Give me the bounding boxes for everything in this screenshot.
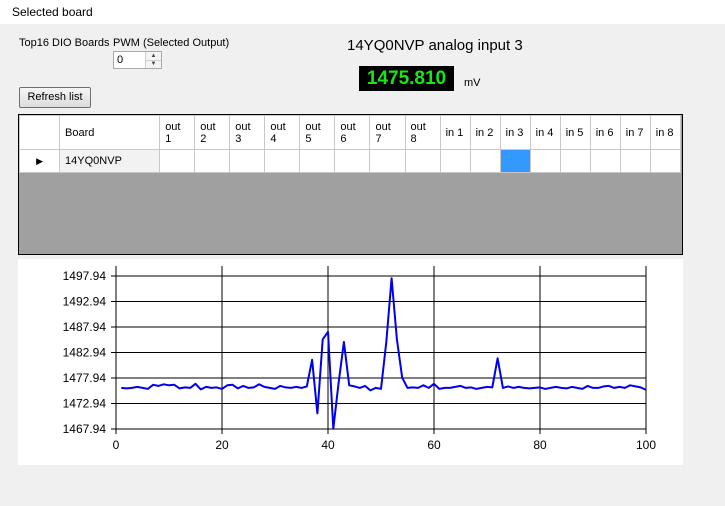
io-cell[interactable] — [589, 149, 621, 173]
io-cell[interactable] — [499, 149, 531, 173]
x-tick-label: 0 — [113, 438, 120, 452]
boards-label: Top16 DIO Boards — [19, 37, 110, 49]
io-cell[interactable] — [404, 149, 441, 173]
y-tick-label: 1492.94 — [63, 295, 107, 309]
column-header[interactable]: out 2 — [194, 115, 231, 150]
y-tick-label: 1467.94 — [63, 422, 107, 436]
x-tick-label: 20 — [215, 438, 229, 452]
io-cell[interactable] — [619, 149, 651, 173]
y-tick-label: 1472.94 — [63, 397, 107, 411]
column-header[interactable]: out 3 — [229, 115, 266, 150]
pwm-stepper[interactable]: 0 ▲ ▼ — [113, 51, 162, 69]
table-row[interactable]: ▶ 14YQ0NVP — [19, 149, 682, 173]
series-line — [121, 277, 647, 430]
y-tick-label: 1487.94 — [63, 320, 107, 334]
x-tick-label: 40 — [321, 438, 335, 452]
x-tick-label: 60 — [427, 438, 441, 452]
io-cell[interactable] — [649, 149, 682, 173]
stepper-buttons: ▲ ▼ — [145, 52, 161, 68]
column-header[interactable]: out 6 — [334, 115, 371, 150]
column-header[interactable]: out 4 — [264, 115, 301, 150]
boards-grid[interactable]: Board out 1 out 2 out 3 out 4 out 5 out 6 out 7… — [18, 114, 683, 255]
reading-title: 14YQ0NVP analog input 3 — [347, 37, 523, 54]
refresh-list-button[interactable]: Refresh list — [19, 87, 91, 108]
column-header[interactable]: Board — [59, 115, 161, 150]
column-header[interactable]: in 8 — [649, 115, 682, 150]
column-header[interactable]: in 3 — [499, 115, 531, 150]
chart-panel: 1497.94 1492.94 1487.94 1482.94 1477.94 1472.… — [18, 259, 683, 465]
io-cell[interactable] — [529, 149, 561, 173]
io-cell[interactable] — [334, 149, 371, 173]
io-cell[interactable] — [299, 149, 336, 173]
io-cell[interactable] — [369, 149, 406, 173]
stepper-down-icon[interactable]: ▼ — [146, 60, 161, 68]
board-cell[interactable]: 14YQ0NVP — [59, 149, 161, 173]
y-tick-label: 1497.94 — [63, 269, 107, 283]
io-cell[interactable] — [469, 149, 501, 173]
io-cell[interactable] — [229, 149, 266, 173]
x-tick-label: 100 — [636, 438, 656, 452]
io-cell[interactable] — [159, 149, 196, 173]
y-tick-label: 1482.94 — [63, 346, 107, 360]
column-header[interactable]: in 5 — [559, 115, 591, 150]
io-cell[interactable] — [194, 149, 231, 173]
column-header[interactable]: in 4 — [529, 115, 561, 150]
io-cell[interactable] — [439, 149, 471, 173]
reading-value-display: 1475.810 — [359, 66, 454, 91]
column-header[interactable]: in 7 — [619, 115, 651, 150]
reading-unit: mV — [464, 77, 481, 89]
column-header[interactable]: out 5 — [299, 115, 336, 150]
column-header[interactable]: out 8 — [404, 115, 441, 150]
row-pointer-icon[interactable]: ▶ — [19, 149, 61, 173]
column-header[interactable]: in 6 — [589, 115, 621, 150]
x-tick-label: 80 — [533, 438, 547, 452]
column-header[interactable]: out 7 — [369, 115, 406, 150]
column-header[interactable]: in 1 — [439, 115, 471, 150]
io-cell[interactable] — [264, 149, 301, 173]
window-title: Selected board — [12, 5, 93, 19]
title-bar: Selected board — [0, 0, 725, 24]
pwm-value[interactable]: 0 — [117, 54, 123, 66]
io-cell[interactable] — [559, 149, 591, 173]
column-header[interactable]: out 1 — [159, 115, 196, 150]
column-header[interactable]: in 2 — [469, 115, 501, 150]
line-chart: 1497.94 1492.94 1487.94 1482.94 1477.94 1472.… — [63, 266, 656, 452]
pwm-label: PWM (Selected Output) — [113, 37, 230, 49]
y-tick-label: 1477.94 — [63, 371, 107, 385]
grid-corner-header — [19, 115, 61, 150]
